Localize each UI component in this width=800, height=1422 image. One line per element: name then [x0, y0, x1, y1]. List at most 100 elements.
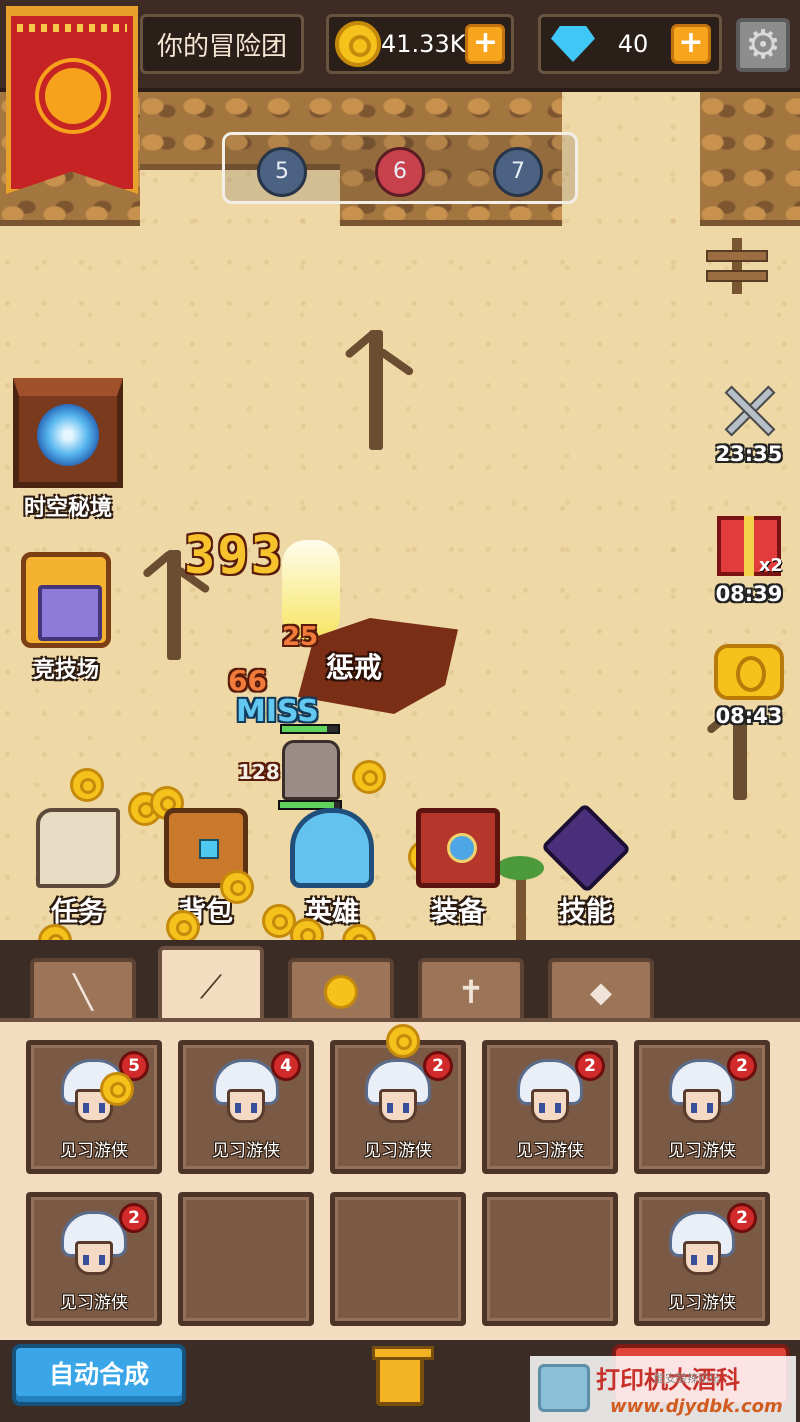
- coin-icon[interactable]: [70, 768, 104, 802]
- magic-cube-icon: [540, 802, 632, 894]
- sword-icon: ╲: [73, 973, 93, 1011]
- time-space-realm-button[interactable]: 时空秘境: [6, 378, 130, 522]
- signpost-icon: [706, 238, 768, 294]
- tab-axe[interactable]: ⬥: [548, 958, 654, 1022]
- unit-name: 见习游侠: [60, 1141, 128, 1161]
- sun-emblem-icon: [45, 68, 101, 124]
- unit-name: 见习游侠: [668, 1293, 736, 1313]
- arena-button[interactable]: 竞技场: [14, 552, 118, 684]
- coin-icon[interactable]: [100, 1072, 134, 1106]
- unit-name: 见习游侠: [668, 1141, 736, 1161]
- site-watermark: 打印机大酒科 酷安酸辣论坛 www.djydbk.com: [530, 1356, 796, 1422]
- tab-sword[interactable]: ╲: [30, 958, 136, 1022]
- gift-button[interactable]: x2 08:39: [708, 516, 790, 606]
- damage-number: 128: [238, 760, 280, 784]
- coin-bonus-timer: 08:43: [715, 704, 783, 728]
- damage-number: 66: [228, 664, 267, 697]
- time-space-realm-label: 时空秘境: [23, 496, 112, 521]
- bow-icon: ⟋: [199, 967, 223, 1006]
- enemy-hp-bar: [280, 724, 340, 734]
- ranger-portrait-icon: [669, 1211, 735, 1283]
- ranger-portrait-icon: [213, 1059, 279, 1131]
- watermark-subtitle: 酷安酸辣论坛: [654, 1372, 720, 1385]
- spellbook-icon: [416, 808, 500, 888]
- add-gold-button[interactable]: +: [465, 24, 506, 64]
- ranger-portrait-icon: [517, 1059, 583, 1131]
- rock-wall: [700, 92, 800, 226]
- bag-button[interactable]: 背包: [154, 808, 258, 929]
- gold-counter: 41.33K +: [326, 14, 514, 74]
- battle-boost-button[interactable]: 23:35: [708, 380, 790, 466]
- level-badge: 2: [727, 1203, 757, 1233]
- level-badge: 4: [271, 1051, 301, 1081]
- gift-box-icon: x2: [717, 516, 783, 576]
- trash-can-icon[interactable]: [372, 1346, 434, 1406]
- damage-number: 393: [184, 526, 284, 586]
- skills-button[interactable]: 技能: [534, 802, 638, 929]
- stage-node-current: 6: [375, 147, 425, 197]
- gold-coin-icon: [335, 21, 381, 67]
- unit-name: 见习游侠: [60, 1293, 128, 1313]
- quest-label: 任务: [51, 897, 105, 928]
- inventory-slot[interactable]: 4 见习游侠: [178, 1040, 314, 1174]
- team-name[interactable]: 你的冒险团: [140, 14, 304, 74]
- skill-name: 惩戒: [326, 651, 383, 684]
- watermark-url: www.djydbk.com: [610, 1396, 783, 1417]
- coin-icon: [324, 975, 358, 1009]
- dead-tree: [336, 310, 416, 450]
- coin-icon[interactable]: [386, 1024, 420, 1058]
- coin-icon[interactable]: [220, 870, 254, 904]
- settings-gear-icon[interactable]: ⚙: [736, 18, 790, 72]
- inventory-slot[interactable]: 2 见习游侠: [482, 1040, 618, 1174]
- stage-node: 5: [257, 147, 307, 197]
- coin-icon[interactable]: [166, 910, 200, 944]
- level-badge: 2: [119, 1203, 149, 1233]
- quest-button[interactable]: 任务: [26, 808, 130, 929]
- hero-button[interactable]: 英雄: [280, 808, 384, 929]
- level-badge: 2: [727, 1051, 757, 1081]
- ranger-portrait-icon: [61, 1211, 127, 1283]
- inventory-slot[interactable]: 2 见习游侠: [634, 1192, 770, 1326]
- level-badge: 2: [423, 1051, 453, 1081]
- inventory-slot-empty[interactable]: [178, 1192, 314, 1326]
- gold-amount: 41.33K: [381, 30, 466, 58]
- diamond-icon: [551, 26, 595, 62]
- tab-bow[interactable]: ⟋: [158, 946, 264, 1024]
- add-gems-button[interactable]: +: [671, 24, 711, 64]
- axe-icon: ⬥: [589, 972, 613, 1011]
- inventory-slot[interactable]: 5 见习游侠: [26, 1040, 162, 1174]
- stage-node: 7: [493, 147, 543, 197]
- guild-banner[interactable]: [6, 6, 138, 194]
- coin-icon[interactable]: [352, 760, 386, 794]
- coin-bonus-button[interactable]: 08:43: [708, 644, 790, 728]
- scroll-quill-icon: [36, 808, 120, 888]
- gem-counter: 40 +: [538, 14, 722, 74]
- inventory-slot-empty[interactable]: [330, 1192, 466, 1326]
- gold-coin-stack-icon: [714, 644, 784, 700]
- gift-multiplier: x2: [758, 555, 783, 576]
- unit-name: 见习游侠: [212, 1141, 280, 1161]
- inventory-slot-empty[interactable]: [482, 1192, 618, 1326]
- ranger-portrait-icon: [365, 1059, 431, 1131]
- inventory-slot[interactable]: 2 见习游侠: [634, 1040, 770, 1174]
- unit-name: 见习游侠: [516, 1141, 584, 1161]
- tab-coin[interactable]: [288, 958, 394, 1022]
- level-badge: 2: [575, 1051, 605, 1081]
- equipment-button[interactable]: 装备: [406, 808, 510, 929]
- tab-staff[interactable]: ✝: [418, 958, 524, 1022]
- unit-name: 见习游侠: [364, 1141, 432, 1161]
- battle-boost-timer: 23:35: [715, 442, 783, 466]
- printer-icon: [538, 1364, 590, 1412]
- auto-merge-button[interactable]: 自动合成: [12, 1344, 186, 1406]
- staff-icon: ✝: [457, 973, 485, 1011]
- hero-sprite: [282, 740, 340, 800]
- portal-icon: [13, 378, 123, 488]
- gem-amount: 40: [617, 30, 649, 58]
- hero-inventory-panel: 5 见习游侠 4 见习游侠 2 见习游侠 2 见习游侠 2 见习游侠 2 见习游…: [0, 1018, 800, 1340]
- inventory-slot[interactable]: 2 见习游侠: [26, 1192, 162, 1326]
- inventory-slot[interactable]: 2 见习游侠: [330, 1040, 466, 1174]
- skills-label: 技能: [559, 897, 613, 928]
- class-tab-bar: ╲ ⟋ ✝ ⬥: [0, 940, 800, 1024]
- crossed-swords-icon: [719, 380, 779, 442]
- gift-timer: 08:39: [715, 582, 783, 606]
